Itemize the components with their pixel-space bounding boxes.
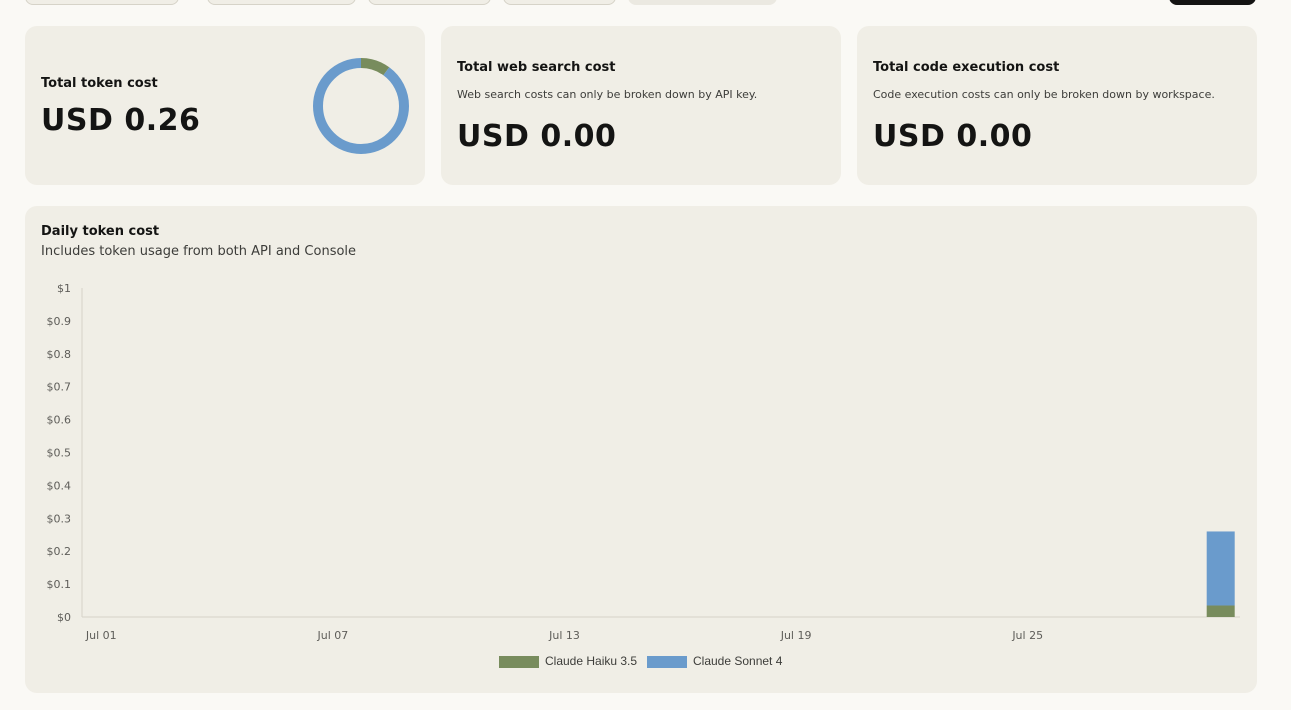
chart-legend: Claude Haiku 3.5 Claude Sonnet 4	[0, 654, 1291, 670]
x-tick-label: Jul 19	[780, 629, 812, 642]
y-tick-label: $0.3	[47, 512, 72, 525]
daily-cost-chart: $0 $0.1 $0.2 $0.3 $0.4 $0.5 $0.6 $0.7 $0.8 $0.9 $1…	[47, 282, 1240, 642]
y-tick-label: $0.6	[47, 414, 72, 427]
y-tick-label: $0.8	[47, 348, 72, 361]
legend-label-sonnet: Claude Sonnet 4	[693, 654, 783, 668]
y-tick-label: $0.2	[47, 545, 72, 558]
x-tick-label: Jul 13	[548, 629, 580, 642]
legend-swatch-sonnet	[647, 656, 687, 668]
legend-label-haiku: Claude Haiku 3.5	[545, 654, 638, 668]
y-tick-label: $0.7	[47, 381, 72, 394]
x-tick-label: Jul 25	[1011, 629, 1043, 642]
bar-haiku-jul-30[interactable]	[1206, 605, 1235, 617]
legend-swatch-haiku	[499, 656, 539, 668]
y-tick-label: $1	[57, 282, 71, 295]
y-tick-label: $0.1	[47, 578, 72, 591]
y-tick-label: $0	[57, 611, 71, 624]
bar-sonnet-jul-30[interactable]	[1206, 531, 1235, 606]
x-tick-label: Jul 07	[317, 629, 349, 642]
y-tick-label: $0.5	[47, 447, 72, 460]
x-tick-label: Jul 01	[85, 629, 117, 642]
y-tick-label: $0.9	[47, 315, 72, 328]
y-tick-label: $0.4	[47, 479, 72, 492]
